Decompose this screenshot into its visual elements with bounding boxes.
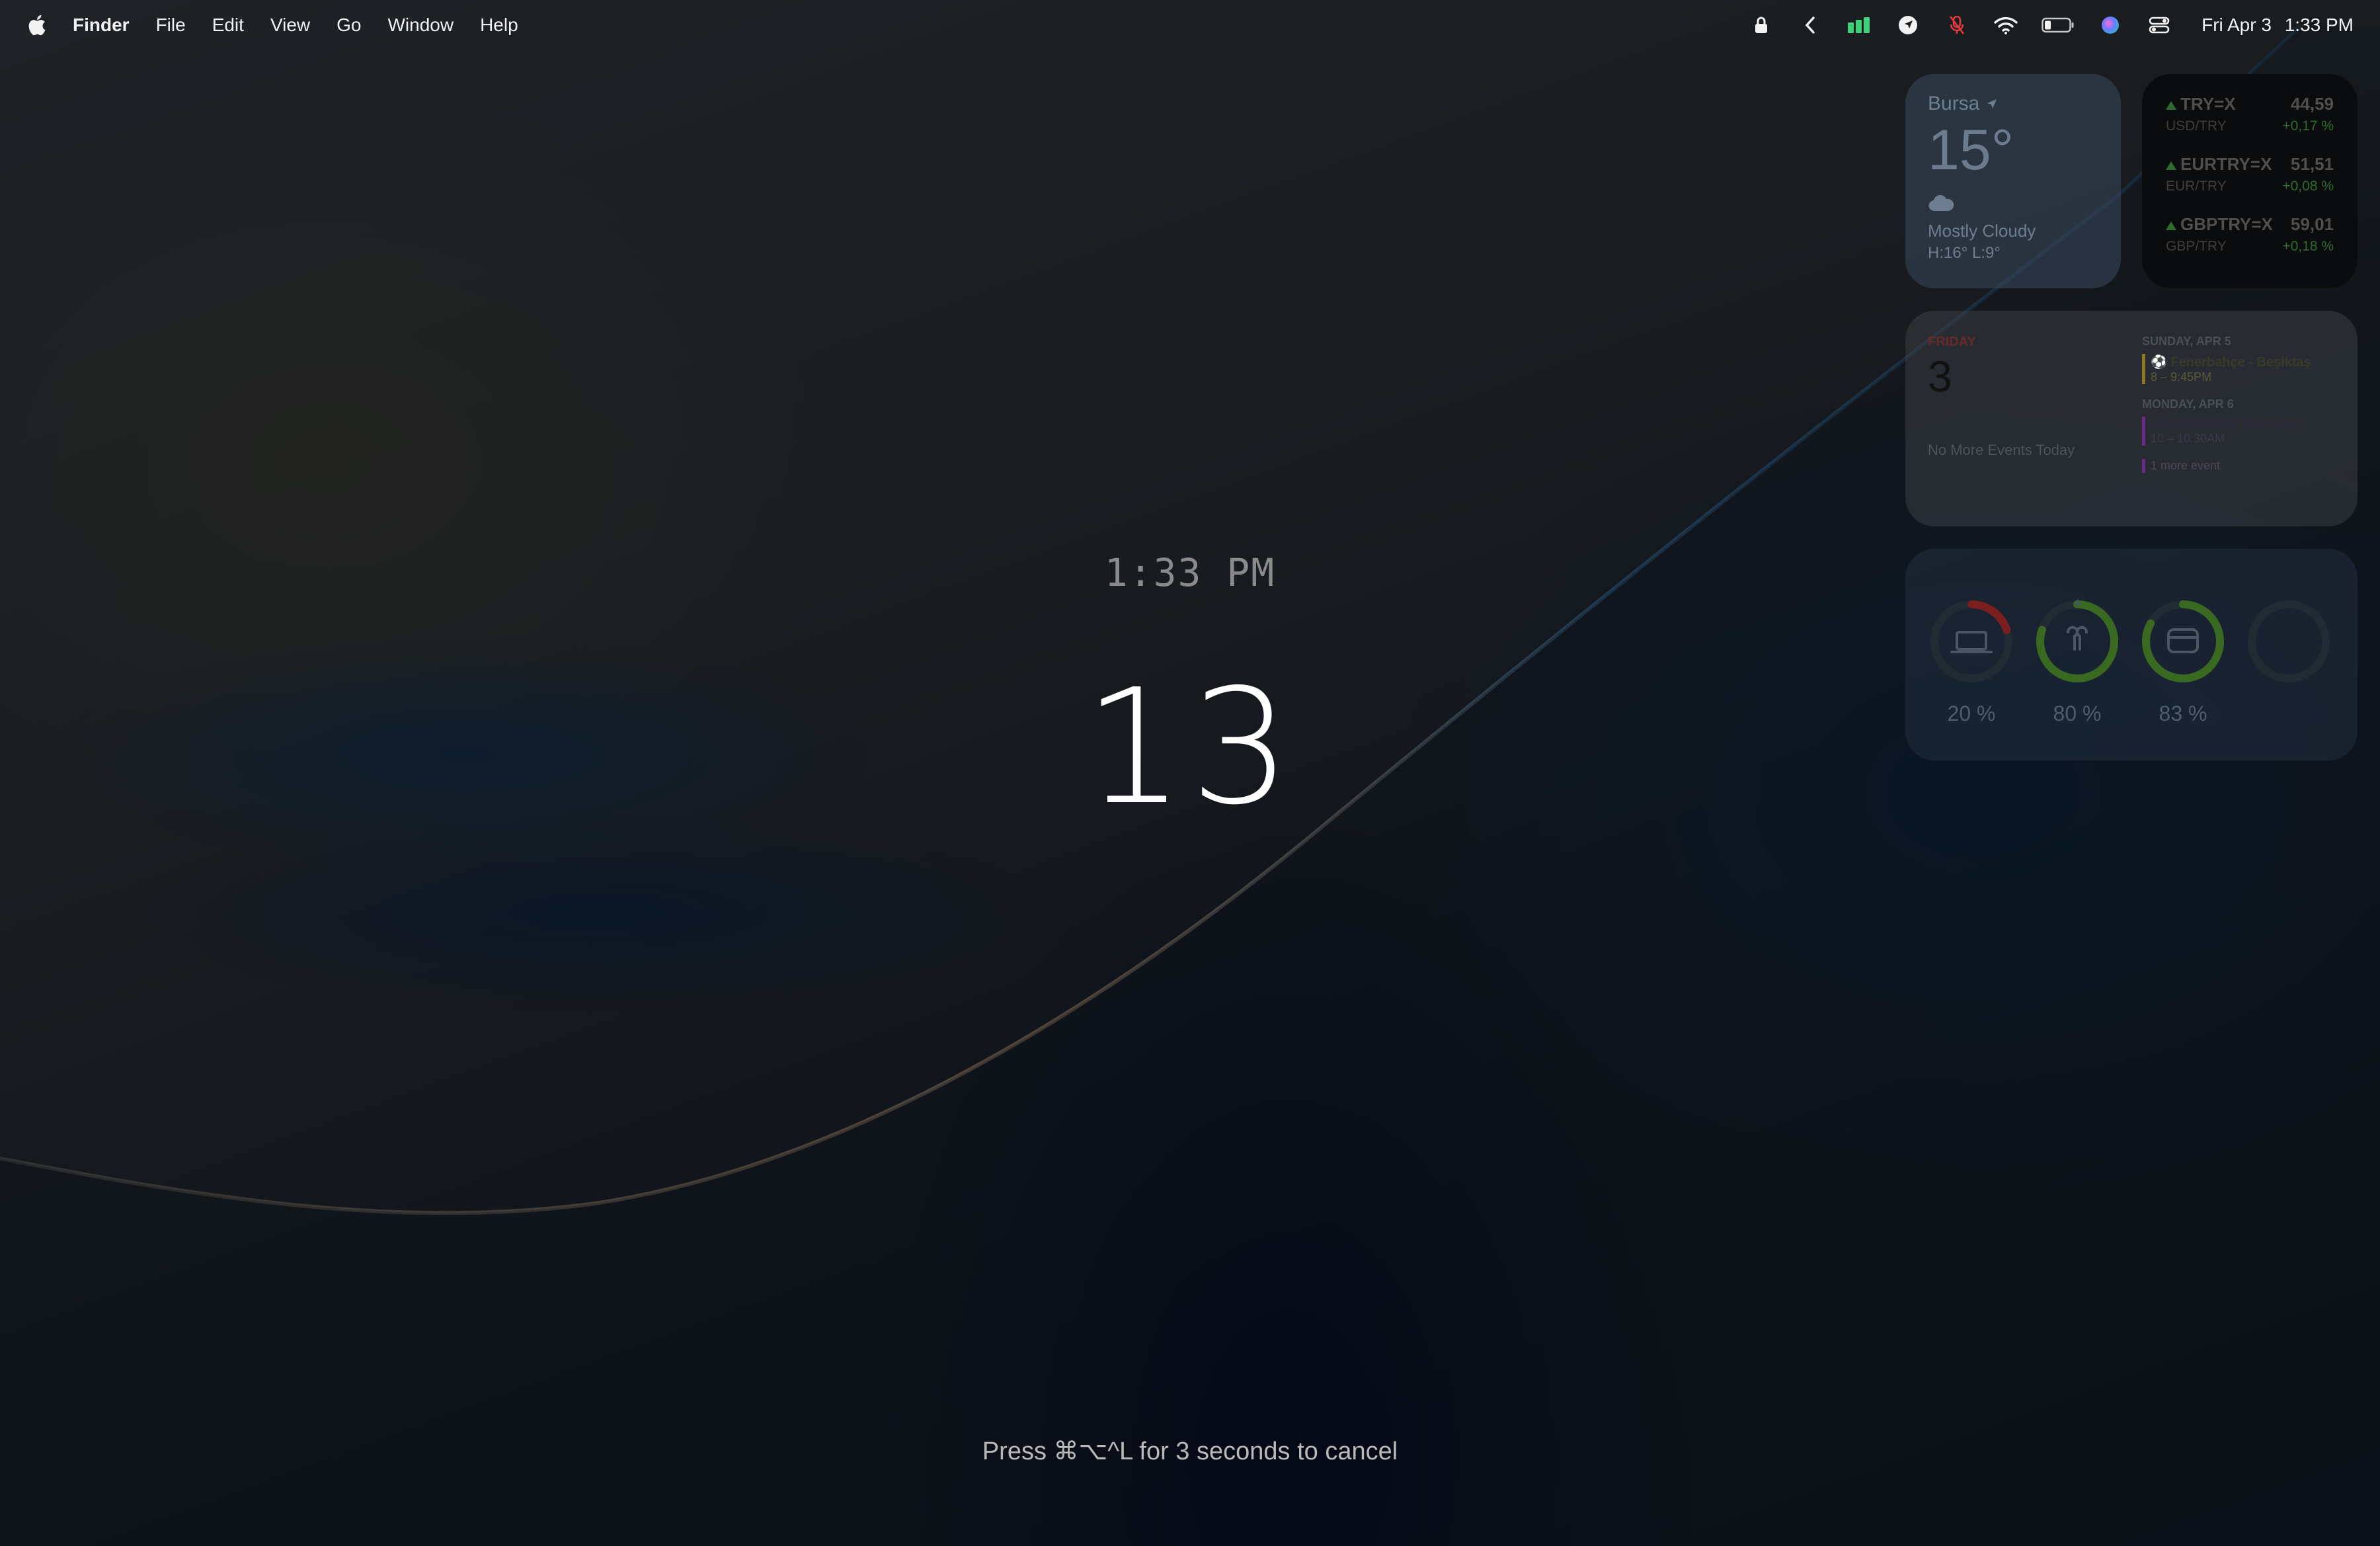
battery-percent: 20 %: [1947, 702, 1996, 725]
stock-change: +0,17 %: [2282, 118, 2334, 134]
calendar-event-title: Orispi Weekly Planning: [2151, 417, 2297, 431]
stock-price: 59,01: [2290, 214, 2334, 234]
calendar-event-time: 8 – 9:45PM: [2151, 370, 2212, 384]
weather-widget[interactable]: Bursa 15° Mostly Cloudy H:16° L:9°: [1905, 74, 2121, 288]
laptop-icon: [1950, 631, 1993, 653]
battery-ring: [2248, 600, 2330, 682]
menubar-date: Fri Apr 3: [2202, 15, 2272, 35]
calendar-no-events: No More Events Today: [1928, 442, 2075, 458]
stock-row[interactable]: GBPTRY=X 59,01 GBP/TRY +0,18 %: [2166, 214, 2334, 255]
battery-item: 80 %: [2031, 595, 2123, 726]
app-name-menu[interactable]: Finder: [73, 15, 130, 36]
stocks-widget[interactable]: TRY=X 44,59 USD/TRY +0,17 % EURTRY=X 51,51 …: [2142, 74, 2358, 288]
case-icon: [2167, 628, 2199, 653]
battery-icon[interactable]: [2042, 14, 2075, 36]
signal-bars-icon[interactable]: [1846, 14, 1872, 36]
weather-city-row: Bursa: [1928, 93, 2098, 115]
weather-temperature: 15°: [1928, 118, 2014, 182]
up-triangle-icon: [2166, 221, 2176, 230]
stock-change: +0,08 %: [2282, 179, 2334, 194]
battery-percent: 80 %: [2053, 702, 2102, 725]
up-triangle-icon: [2166, 161, 2176, 170]
menu-bar: Finder File Edit View Go Window Help Fri…: [0, 0, 2380, 50]
batteries-widget[interactable]: 20 % 80 % 83 %: [1905, 549, 2358, 760]
battery-percent: 83 %: [2159, 702, 2207, 725]
calendar-event-title: ⚽ Fenerbahçe - Beşiktaş: [2151, 355, 2311, 370]
stock-name: EUR/TRY: [2166, 179, 2227, 194]
menubar-time: 1:33 PM: [2284, 15, 2354, 35]
calendar-event-time: 10 – 10:30AM: [2151, 432, 2225, 445]
weather-condition: Mostly Cloudy: [1928, 221, 2036, 241]
calendar-widget[interactable]: FRIDAY 3 No More Events Today SUNDAY, AP…: [1905, 311, 2358, 526]
cancel-hint: Press ⌘⌥^L for 3 seconds to cancel: [982, 1438, 1398, 1465]
up-triangle-icon: [2166, 101, 2176, 110]
stock-row[interactable]: EURTRY=X 51,51 EUR/TRY +0,08 %: [2166, 154, 2334, 194]
stock-symbol: EURTRY=X: [2180, 154, 2272, 174]
menu-view[interactable]: View: [270, 15, 310, 36]
stock-price: 44,59: [2290, 94, 2334, 114]
mic-muted-icon[interactable]: [1944, 14, 1970, 36]
menu-go[interactable]: Go: [337, 15, 361, 36]
calendar-weekday: FRIDAY: [1928, 335, 1976, 349]
battery-ring: [2142, 600, 2224, 682]
battery-item: 83 %: [2137, 595, 2229, 726]
siri-icon[interactable]: [2097, 14, 2123, 36]
cloud-icon: [1928, 194, 1954, 212]
menu-file[interactable]: File: [156, 15, 186, 36]
weather-high-low: H:16° L:9°: [1928, 244, 2001, 262]
apple-menu-icon[interactable]: [26, 14, 46, 36]
calendar-day-number: 3: [1928, 352, 1952, 401]
calendar-group-heading: MONDAY, APR 6: [2142, 397, 2234, 411]
lock-icon[interactable]: [1748, 14, 1774, 36]
location-arrow-icon: [1987, 99, 1997, 108]
calendar-group-heading: SUNDAY, APR 5: [2142, 335, 2231, 348]
menu-window[interactable]: Window: [387, 15, 454, 36]
calendar-more-events[interactable]: 1 more event: [2142, 459, 2340, 473]
navigation-icon[interactable]: [1895, 14, 1921, 36]
chevron-left-icon[interactable]: [1797, 14, 1823, 36]
stock-change: +0,18 %: [2282, 239, 2334, 254]
calendar-event[interactable]: Orispi Weekly Planning 10 – 10:30AM: [2142, 417, 2340, 446]
wifi-icon[interactable]: [1993, 14, 2019, 36]
battery-ring: [1930, 600, 2012, 682]
weather-city: Bursa: [1928, 93, 1980, 114]
menu-edit[interactable]: Edit: [212, 15, 244, 36]
stock-name: GBP/TRY: [2166, 239, 2227, 254]
stock-row[interactable]: TRY=X 44,59 USD/TRY +0,17 %: [2166, 94, 2334, 134]
control-center-icon[interactable]: [2146, 14, 2172, 36]
menu-help[interactable]: Help: [480, 15, 518, 36]
menubar-clock[interactable]: Fri Apr 3 1:33 PM: [2202, 15, 2354, 36]
stock-symbol: GBPTRY=X: [2180, 214, 2273, 234]
stock-price: 51,51: [2290, 154, 2334, 174]
stock-name: USD/TRY: [2166, 118, 2227, 134]
calendar-event[interactable]: ⚽ Fenerbahçe - Beşiktaş 8 – 9:45PM: [2142, 354, 2340, 384]
battery-item: 20 %: [1925, 595, 2018, 726]
stock-symbol: TRY=X: [2180, 94, 2236, 114]
battery-item: [2242, 595, 2335, 702]
battery-ring: [2036, 598, 2118, 682]
airpods-icon: [2067, 626, 2088, 651]
